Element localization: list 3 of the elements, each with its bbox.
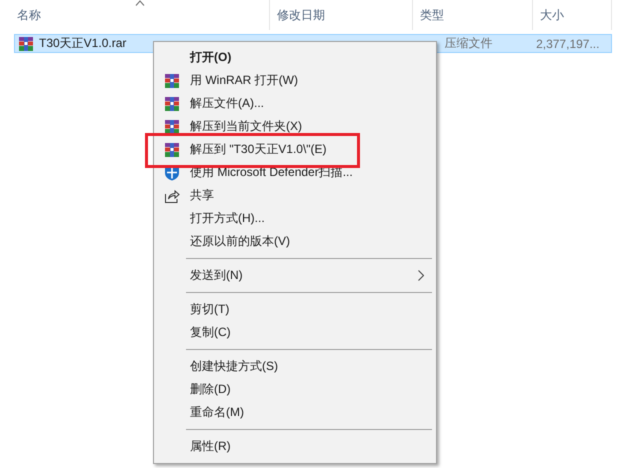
file-size: 2,377,197...	[536, 36, 600, 50]
file-name: T30天正V1.0.rar	[39, 35, 126, 52]
file-type: 压缩文件	[444, 35, 492, 52]
